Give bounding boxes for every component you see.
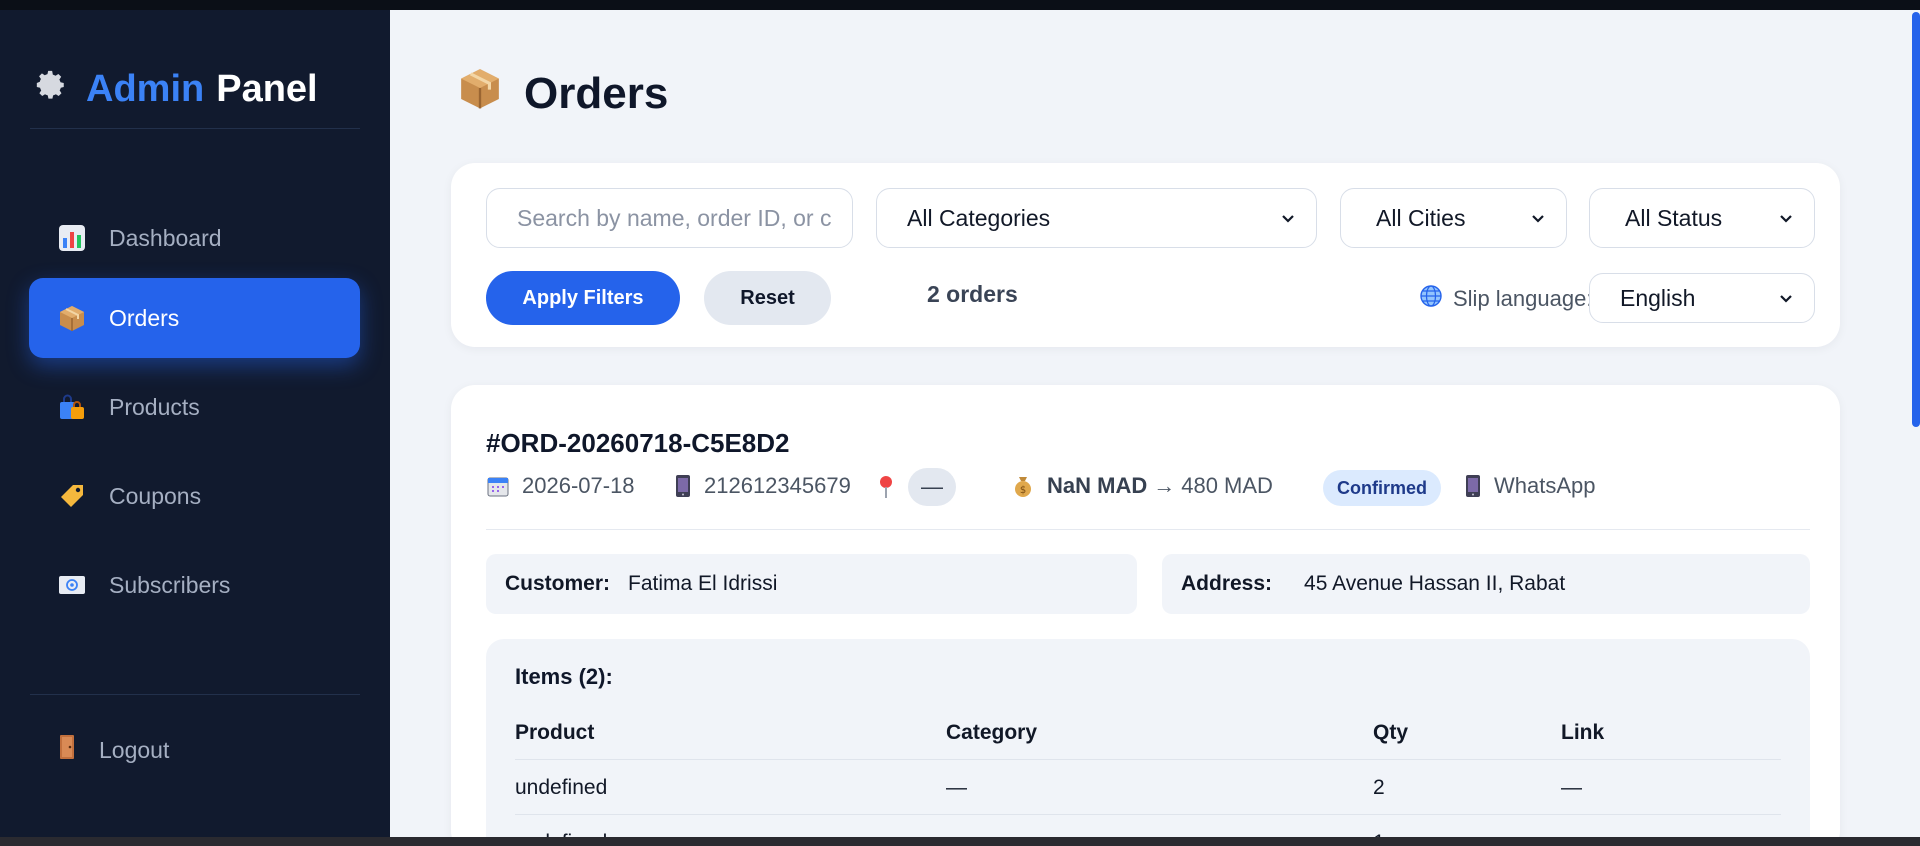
items-panel: Items (2): Product Category Qty Link und… [486,639,1810,846]
svg-text:$: $ [1020,485,1026,496]
map-pin-icon [876,474,896,500]
customer-box: Customer: Fatima El Idrissi [486,554,1137,614]
logout-label: Logout [99,736,170,763]
order-divider [486,529,1810,530]
address-text: 45 Avenue Hassan II, Rabat [1304,572,1566,595]
globe-icon [1419,284,1443,314]
chevron-down-icon [1776,288,1796,308]
sidebar-item-label: Subscribers [109,571,231,598]
cell-qty: 2 [1373,776,1385,799]
customer-label: Customer: [505,572,611,595]
sidebar-item-label: Orders [109,304,180,331]
column-header-category: Category [946,721,1038,744]
table-row-divider [515,814,1781,815]
page-title: Orders [458,66,668,121]
logout-button[interactable]: Logout [29,720,169,780]
slip-language-select[interactable]: English [1589,273,1815,323]
cell-link: — [1561,776,1582,799]
sidebar-item-label: Coupons [109,482,202,509]
city-select-value: All Cities [1376,204,1466,231]
package-icon [57,303,87,333]
cell-category: — [946,776,967,799]
items-title: Items (2): [515,664,613,689]
phone-icon [674,474,692,498]
order-date: 2026-07-18 [486,473,635,499]
column-header-product: Product [515,721,595,744]
sidebar-divider-bottom [30,694,360,695]
package-icon [458,66,502,121]
table-row-divider [515,759,1781,760]
order-location: — [876,468,956,506]
sidebar-item-subscribers[interactable]: Subscribers [29,545,360,625]
status-select-value: All Status [1625,204,1723,231]
category-select-value: All Categories [907,204,1051,231]
amount-arrow: → [1153,473,1176,498]
cell-product: undefined [515,776,608,799]
address-box: Address: 45 Avenue Hassan II, Rabat [1162,554,1810,614]
chevron-down-icon [1278,208,1298,228]
brand-text-admin: Admin [86,68,205,110]
order-card: #ORD-20260718-C5E8D2 2026-07-18 21261234… [451,385,1840,846]
reset-button[interactable]: Reset [704,271,831,325]
calendar-icon [486,474,510,498]
filters-panel: Search by name, order ID, or c All Categ… [451,163,1840,347]
tag-icon [57,481,87,511]
amount-final: 480 MAD [1181,473,1273,498]
window-top-bar [0,0,1920,10]
sidebar-item-orders[interactable]: Orders [29,278,360,358]
status-select[interactable]: All Status [1589,188,1815,248]
search-input[interactable]: Search by name, order ID, or c [486,188,853,248]
page-title-text: Orders [524,68,669,118]
slip-language-label: Slip language: [1419,284,1592,314]
customer-name: Fatima El Idrissi [628,572,778,595]
main-content: Orders Search by name, order ID, or c Al… [390,10,1910,846]
sidebar: Admin Panel Dashboard Orders Products Co… [0,10,390,837]
bar-chart-icon [57,223,87,253]
order-status: Confirmed [1323,470,1441,506]
city-select[interactable]: All Cities [1340,188,1567,248]
sidebar-item-dashboard[interactable]: Dashboard [29,198,360,278]
order-phone-text: 212612345679 [704,473,851,498]
door-icon [57,734,77,766]
sidebar-item-label: Products [109,393,200,420]
slip-language-value: English [1620,284,1696,311]
order-amount: $ NaN MAD → 480 MAD [1011,473,1273,499]
gear-icon [34,68,68,111]
scrollbar-thumb[interactable] [1912,12,1920,427]
phone-icon [1464,474,1482,498]
sidebar-item-coupons[interactable]: Coupons [29,456,360,536]
sidebar-item-label: Dashboard [109,224,222,251]
brand-text-panel: Panel [216,68,318,110]
order-phone: 212612345679 [674,473,851,499]
sidebar-item-products[interactable]: Products [29,367,360,447]
address-label: Address: [1181,572,1273,595]
envelope-icon [57,570,87,600]
slip-language-text: Slip language: [1453,286,1593,311]
column-header-qty: Qty [1373,721,1409,744]
status-badge: Confirmed [1323,470,1441,506]
shopping-bags-icon [57,392,87,422]
amount-original: NaN MAD [1047,473,1148,498]
sidebar-divider-top [30,128,360,129]
apply-filters-button[interactable]: Apply Filters [486,271,680,325]
order-id: #ORD-20260718-C5E8D2 [486,428,790,458]
brand-logo: Admin Panel [34,68,318,111]
order-channel-text: WhatsApp [1494,473,1596,498]
money-bag-icon: $ [1011,474,1035,498]
location-chip: — [908,468,956,506]
column-header-link: Link [1561,721,1605,744]
order-count: 2 orders [927,281,1018,307]
chevron-down-icon [1776,208,1796,228]
order-channel: WhatsApp [1464,473,1596,499]
chevron-down-icon [1528,208,1548,228]
window-bottom-bar [0,837,1920,846]
order-date-text: 2026-07-18 [522,473,635,498]
category-select[interactable]: All Categories [876,188,1317,248]
